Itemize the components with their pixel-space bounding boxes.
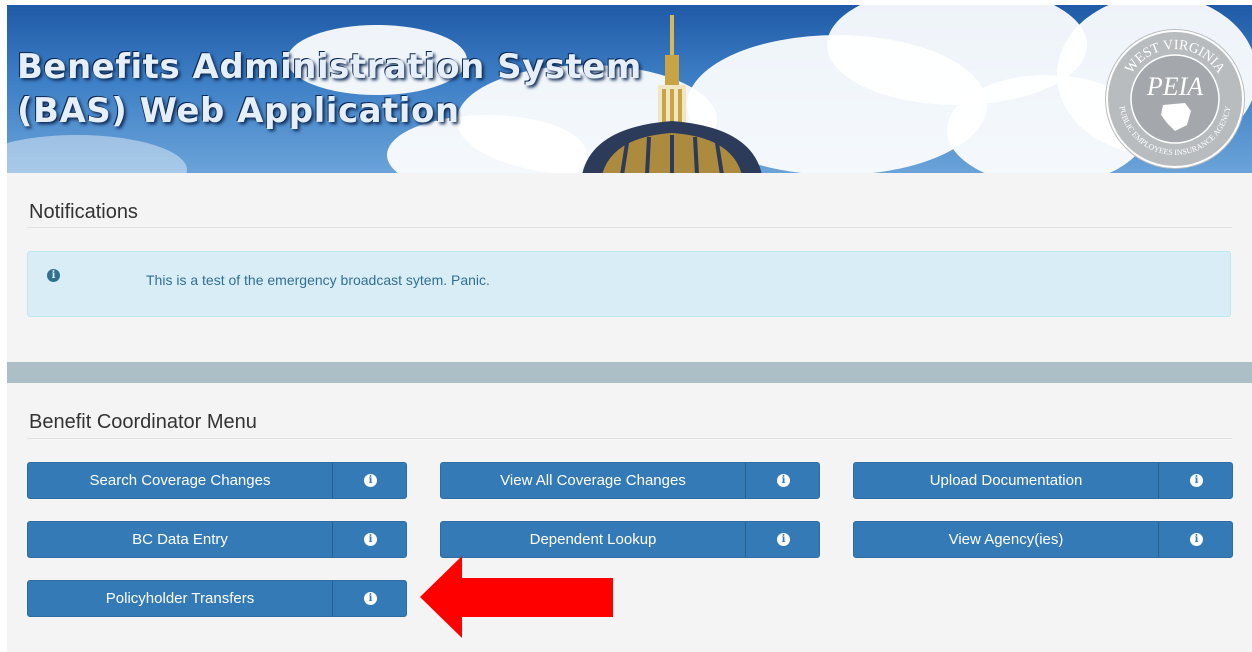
notification-alert: i This is a test of the emergency broadc…: [27, 251, 1231, 317]
button-label: View Agency(ies): [948, 531, 1064, 548]
info-circle-icon: i: [1190, 474, 1203, 487]
dependent-lookup-button[interactable]: Dependent Lookup i: [440, 521, 820, 558]
policyholder-transfers-button[interactable]: Policyholder Transfers i: [27, 580, 407, 617]
button-label: Upload Documentation: [929, 472, 1083, 489]
menu-heading: Benefit Coordinator Menu: [29, 411, 257, 433]
search-coverage-changes-button[interactable]: Search Coverage Changes i: [27, 462, 407, 499]
section-separator-bar: [7, 362, 1252, 383]
info-button[interactable]: i: [332, 463, 407, 498]
menu-divider: [27, 438, 1232, 439]
info-button[interactable]: i: [332, 581, 407, 616]
info-circle-icon: i: [364, 474, 377, 487]
info-button[interactable]: i: [1158, 522, 1233, 557]
info-button[interactable]: i: [745, 522, 820, 557]
notification-message: This is a test of the emergency broadcas…: [146, 272, 490, 288]
info-circle-icon: i: [364, 592, 377, 605]
view-agencies-button[interactable]: View Agency(ies) i: [853, 521, 1233, 558]
info-button[interactable]: i: [332, 522, 407, 557]
info-circle-icon: i: [364, 533, 377, 546]
main-content: Notifications i This is a test of the em…: [7, 173, 1252, 652]
notifications-heading: Notifications: [29, 201, 138, 223]
info-circle-icon: i: [47, 269, 60, 282]
info-button[interactable]: i: [745, 463, 820, 498]
view-all-coverage-changes-button[interactable]: View All Coverage Changes i: [440, 462, 820, 499]
button-label: BC Data Entry: [132, 531, 228, 548]
info-circle-icon: i: [1190, 533, 1203, 546]
bc-data-entry-button[interactable]: BC Data Entry i: [27, 521, 407, 558]
info-circle-icon: i: [777, 474, 790, 487]
upload-documentation-button[interactable]: Upload Documentation i: [853, 462, 1233, 499]
button-label: Policyholder Transfers: [105, 590, 255, 607]
notifications-divider: [27, 227, 1232, 228]
button-label: View All Coverage Changes: [500, 472, 686, 489]
info-circle-icon: i: [777, 533, 790, 546]
app-title: Benefits Administration System (BAS) Web…: [17, 47, 642, 131]
info-button[interactable]: i: [1158, 463, 1233, 498]
red-left-arrow-icon: [420, 556, 613, 638]
peia-seal-logo: WEST VIRGINIA PUBLIC EMPLOYEES INSURANCE…: [1105, 29, 1245, 169]
svg-text:PEIA: PEIA: [1146, 72, 1203, 101]
header-banner: Benefits Administration System (BAS) Web…: [7, 5, 1252, 173]
button-label: Search Coverage Changes: [89, 472, 271, 489]
button-label: Dependent Lookup: [529, 531, 657, 548]
